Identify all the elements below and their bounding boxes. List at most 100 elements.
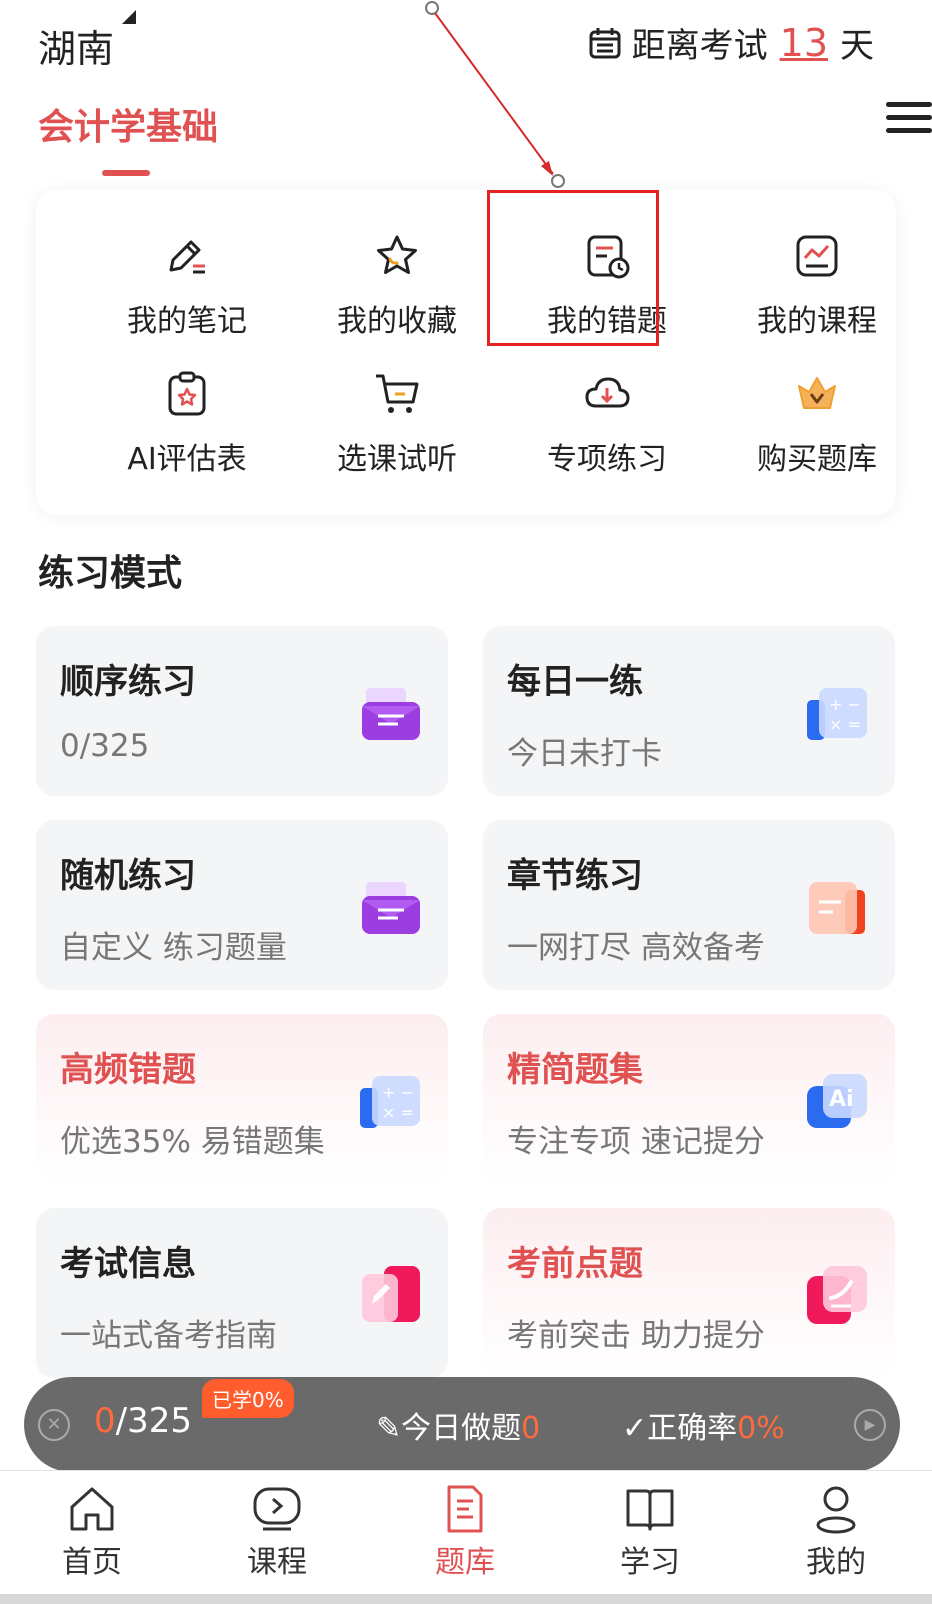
tool-label: 我的课程	[757, 304, 877, 339]
tool-my-courses[interactable]: 我的课程	[722, 232, 912, 362]
question-bank-icon	[447, 1485, 483, 1533]
pencil-icon: ✎	[376, 1411, 402, 1446]
region-caret-icon	[122, 10, 136, 24]
calculator-icon: + − × =	[360, 1076, 420, 1128]
mode-subtitle: 0/325	[60, 728, 150, 764]
subject-tab[interactable]: 会计学基础	[38, 98, 218, 150]
progress-bar: ✕ 0/325 已学0% ✎今日做题0 ✓正确率0% ▶	[24, 1377, 900, 1472]
mode-frequent-errors[interactable]: 高频错题 优选35% 易错题集 + − × =	[36, 1014, 448, 1184]
nav-label: 我的	[806, 1545, 866, 1580]
exam-prefix: 距离考试	[631, 26, 768, 66]
annotation-highlight-box	[487, 190, 659, 346]
tool-buy-question-bank[interactable]: 购买题库	[722, 370, 912, 500]
play-screen-icon	[253, 1487, 301, 1531]
tool-label: 选课试听	[337, 442, 457, 477]
calendar-icon	[589, 27, 621, 58]
mode-chapter-practice[interactable]: 章节练习 一网打尽 高效备考	[483, 820, 895, 990]
user-icon	[816, 1486, 856, 1534]
home-icon	[70, 1487, 114, 1531]
today-label: 今日做题	[401, 1411, 522, 1446]
bottom-nav: 首页 课程 题库 学习 我的	[0, 1470, 932, 1595]
quick-tools-card: 我的笔记 我的收藏 我的错题 我的课程 AI评估表 选课试听 专项练习 购买题库	[36, 190, 896, 515]
mode-sequential-practice[interactable]: 顺序练习 0/325	[36, 626, 448, 796]
svg-text:+ −: + −	[382, 1083, 414, 1102]
play-icon[interactable]: ▶	[854, 1409, 886, 1441]
envelope-icon	[362, 688, 420, 740]
cart-icon	[376, 374, 419, 413]
svg-text:Ai: Ai	[829, 1087, 854, 1112]
nav-home[interactable]: 首页	[32, 1483, 152, 1581]
tool-label: AI评估表	[127, 442, 247, 477]
envelope-icon	[362, 882, 420, 934]
progress-total: /325	[115, 1401, 192, 1441]
book-icon	[809, 882, 865, 934]
menu-icon[interactable]	[886, 102, 932, 134]
exam-suffix: 天	[840, 26, 874, 66]
check-card-icon	[807, 1266, 867, 1324]
calculator-icon: + − × =	[807, 688, 867, 740]
nav-label: 首页	[62, 1545, 122, 1580]
mode-random-practice[interactable]: 随机练习 自定义 练习题量	[36, 820, 448, 990]
mode-subtitle: 自定义 练习题量	[60, 930, 287, 966]
mode-title: 章节练习	[507, 856, 643, 896]
svg-text:× =: × =	[829, 715, 861, 734]
nav-courses[interactable]: 课程	[217, 1483, 337, 1581]
tool-label: 我的收藏	[337, 304, 457, 339]
mode-title: 考前点题	[507, 1244, 643, 1284]
cloud-download-icon	[585, 377, 630, 408]
open-book-icon	[626, 1489, 674, 1531]
tool-label: 购买题库	[757, 442, 877, 477]
course-chart-icon	[796, 235, 838, 277]
tool-my-notes[interactable]: 我的笔记	[92, 232, 282, 362]
progress-count: 0/325	[94, 1401, 192, 1441]
tool-my-favorites[interactable]: 我的收藏	[302, 232, 492, 362]
tool-course-trial[interactable]: 选课试听	[302, 370, 492, 500]
close-icon[interactable]: ✕	[38, 1409, 70, 1441]
mode-daily-practice[interactable]: 每日一练 今日未打卡 + − × =	[483, 626, 895, 796]
pencil-note-icon	[169, 240, 205, 274]
ai-icon: Ai	[807, 1074, 867, 1128]
accuracy: ✓正确率0%	[622, 1403, 785, 1447]
mode-subtitle: 今日未打卡	[507, 736, 662, 772]
tool-label: 专项练习	[547, 442, 667, 477]
nav-question-bank[interactable]: 题库	[405, 1483, 525, 1581]
tool-ai-evaluation[interactable]: AI评估表	[92, 370, 282, 500]
check-icon: ✓	[622, 1411, 648, 1446]
mode-title: 顺序练习	[60, 662, 196, 702]
bottom-strip	[0, 1594, 932, 1604]
mode-title: 精简题集	[507, 1050, 643, 1090]
nav-learning[interactable]: 学习	[590, 1483, 710, 1581]
mode-exam-info[interactable]: 考试信息 一站式备考指南	[36, 1208, 448, 1378]
progress-current: 0	[94, 1401, 116, 1441]
region-selector[interactable]: 湖南	[38, 18, 114, 73]
nav-label: 题库	[435, 1545, 495, 1580]
nav-mine[interactable]: 我的	[776, 1483, 896, 1581]
mode-title: 随机练习	[60, 856, 196, 896]
accuracy-value: 0%	[737, 1411, 785, 1446]
tool-label: 我的笔记	[127, 304, 247, 339]
mode-concise-set[interactable]: 精简题集 专注专项 速记提分 Ai	[483, 1014, 895, 1184]
mode-subtitle: 专注专项 速记提分	[507, 1124, 765, 1160]
mode-subtitle: 优选35% 易错题集	[60, 1124, 325, 1160]
mode-title: 高频错题	[60, 1050, 196, 1090]
mode-pre-exam-tips[interactable]: 考前点题 考前突击 助力提分	[483, 1208, 895, 1378]
mode-subtitle: 一网打尽 高效备考	[507, 930, 765, 966]
edit-card-icon	[362, 1266, 420, 1322]
learned-badge: 已学0%	[202, 1379, 294, 1418]
mode-subtitle: 考前突击 助力提分	[507, 1318, 765, 1354]
mode-subtitle: 一站式备考指南	[60, 1318, 277, 1354]
tool-special-practice[interactable]: 专项练习	[512, 370, 702, 500]
crown-icon	[798, 377, 836, 409]
today-value: 0	[521, 1411, 541, 1446]
svg-text:+ −: + −	[829, 695, 861, 714]
accuracy-label: 正确率	[647, 1411, 738, 1446]
star-icon	[377, 235, 417, 274]
today-count: ✎今日做题0	[376, 1403, 540, 1447]
exam-days: 13	[779, 20, 828, 65]
clipboard-star-icon	[168, 371, 206, 416]
subject-tab-indicator	[102, 170, 150, 176]
mode-title: 每日一练	[507, 662, 643, 702]
annotation-arrow	[425, 1, 565, 188]
svg-text:× =: × =	[382, 1103, 414, 1122]
section-title: 练习模式	[38, 553, 183, 594]
